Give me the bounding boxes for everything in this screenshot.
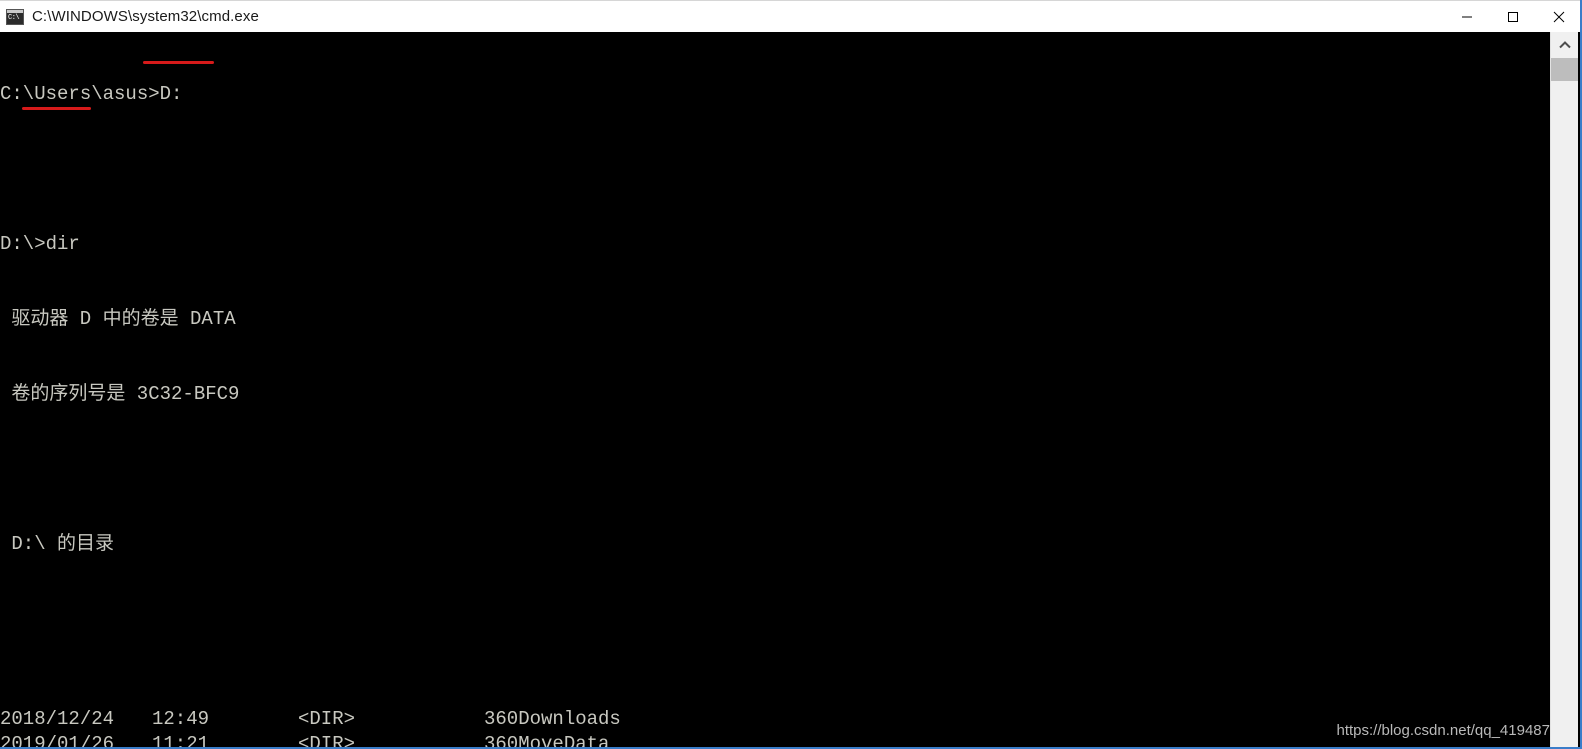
directory-listing: 2018/12/24 12:49 <DIR> 360Downloads 2019/01/… [0, 707, 1552, 749]
entry-name: 360Downloads [484, 708, 621, 730]
scroll-up-button[interactable] [1551, 32, 1578, 58]
window-controls [1444, 1, 1580, 33]
cmd-icon [6, 8, 24, 25]
entry-date: 2019/01/26 [0, 733, 115, 749]
prompt-line-2: D:\>dir [0, 233, 80, 255]
console-output-area[interactable]: C:\Users\asus>D: D:\>dir 驱动器 D 中的卷是 DATA… [0, 32, 1552, 749]
close-button[interactable] [1536, 1, 1580, 33]
maximize-button[interactable] [1490, 1, 1536, 33]
directory-entry-row: 2019/01/26 11:21 <DIR> 360MoveData [0, 732, 1552, 749]
entry-time: 11:21 [152, 733, 210, 749]
red-underline-annotation-drive-letter [143, 61, 214, 64]
scrollbar-thumb[interactable] [1551, 58, 1578, 81]
directory-of-line: D:\ 的目录 [0, 533, 115, 555]
entry-date: 2018/12/24 [0, 708, 115, 730]
prompt-line-1: C:\Users\asus>D: [0, 83, 183, 105]
directory-entry-row: 2018/12/24 12:49 <DIR> 360Downloads [0, 707, 1552, 732]
entry-dir-marker: <DIR> [298, 733, 356, 749]
close-icon [1553, 11, 1565, 22]
entry-time: 12:49 [152, 708, 210, 730]
volume-serial-line: 卷的序列号是 3C32-BFC9 [0, 383, 240, 405]
vertical-scrollbar[interactable] [1550, 32, 1578, 747]
entry-dir-marker: <DIR> [298, 708, 356, 730]
red-underline-annotation-dir-command [22, 107, 91, 110]
window-title: C:\WINDOWS\system32\cmd.exe [32, 8, 259, 25]
watermark-text: https://blog.csdn.net/qq_419487 [1336, 722, 1550, 739]
maximize-icon [1508, 11, 1518, 22]
entry-name: 360MoveData [484, 733, 610, 749]
minimize-icon [1462, 16, 1472, 17]
volume-label-line: 驱动器 D 中的卷是 DATA [0, 308, 236, 330]
scrollbar-track[interactable] [1551, 81, 1578, 747]
minimize-button[interactable] [1444, 1, 1490, 33]
title-bar[interactable]: C:\WINDOWS\system32\cmd.exe [0, 0, 1580, 33]
cmd-window: C:\WINDOWS\system32\cmd.exe C:\Users [0, 0, 1582, 749]
chevron-up-icon [1558, 41, 1571, 49]
